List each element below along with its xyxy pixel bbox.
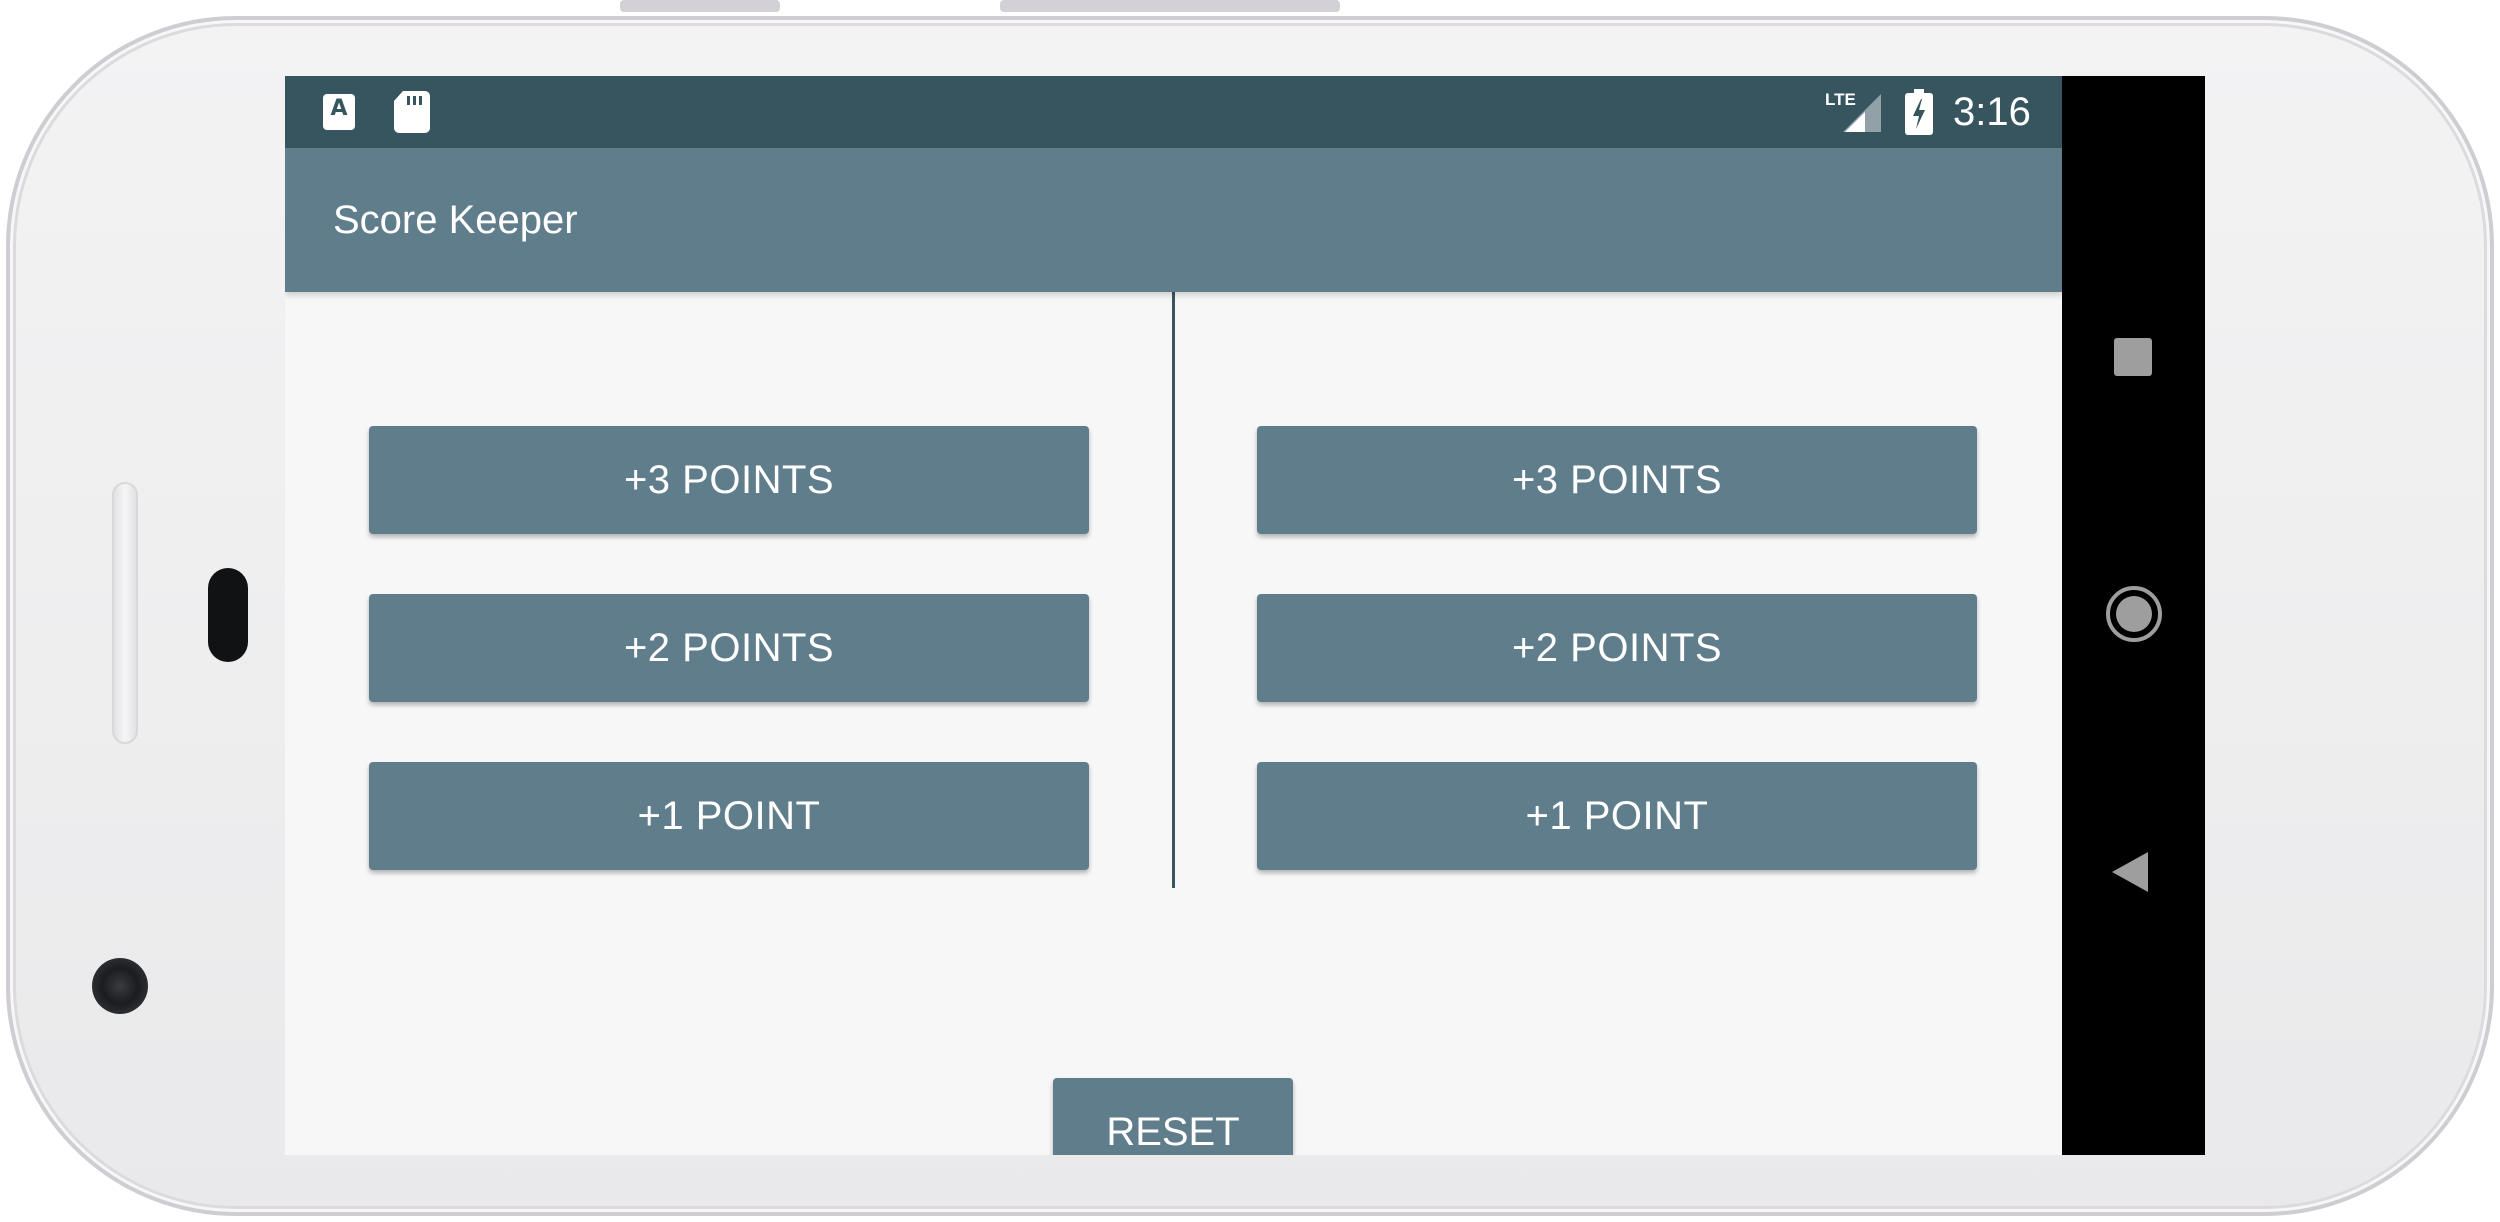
device-frame: A LTE 3:16 Score Keeper +3 POINTS +2 POI… <box>0 0 2500 1222</box>
a-notification-glyph: A <box>330 96 348 121</box>
battery-charging-icon <box>1905 89 1933 135</box>
team-divider <box>1172 292 1175 888</box>
a-notification-icon: A <box>323 94 355 130</box>
home-icon[interactable] <box>2106 586 2162 642</box>
sd-card-icon <box>394 91 430 133</box>
team-b-plus-1-button[interactable]: +1 POINT <box>1257 762 1977 870</box>
app-title: Score Keeper <box>333 198 578 242</box>
volume-button <box>620 0 780 12</box>
home-icon-inner <box>2116 596 2152 632</box>
lte-signal-icon: LTE <box>1825 90 1881 132</box>
score-content: +3 POINTS +2 POINTS +1 POINT +3 POINTS +… <box>285 292 2062 1155</box>
team-a-plus-2-button[interactable]: +2 POINTS <box>369 594 1089 702</box>
status-time: 3:16 <box>1953 90 2031 134</box>
power-button <box>1000 0 1340 12</box>
status-bar: A LTE 3:16 <box>285 76 2062 148</box>
screen: A LTE 3:16 Score Keeper +3 POINTS +2 POI… <box>285 76 2062 1155</box>
team-a-plus-1-button[interactable]: +1 POINT <box>369 762 1089 870</box>
earpiece-speaker <box>112 482 138 744</box>
team-b-plus-3-button[interactable]: +3 POINTS <box>1257 426 1977 534</box>
team-b-plus-2-button[interactable]: +2 POINTS <box>1257 594 1977 702</box>
back-icon[interactable] <box>2112 852 2148 892</box>
lte-label: LTE <box>1825 90 1856 109</box>
navigation-bar <box>2062 76 2205 1155</box>
proximity-sensor <box>208 568 248 662</box>
recent-apps-icon[interactable] <box>2114 338 2152 376</box>
app-bar: Score Keeper <box>285 148 2062 292</box>
reset-button[interactable]: RESET <box>1053 1078 1293 1155</box>
team-a-plus-3-button[interactable]: +3 POINTS <box>369 426 1089 534</box>
front-camera <box>92 958 148 1014</box>
